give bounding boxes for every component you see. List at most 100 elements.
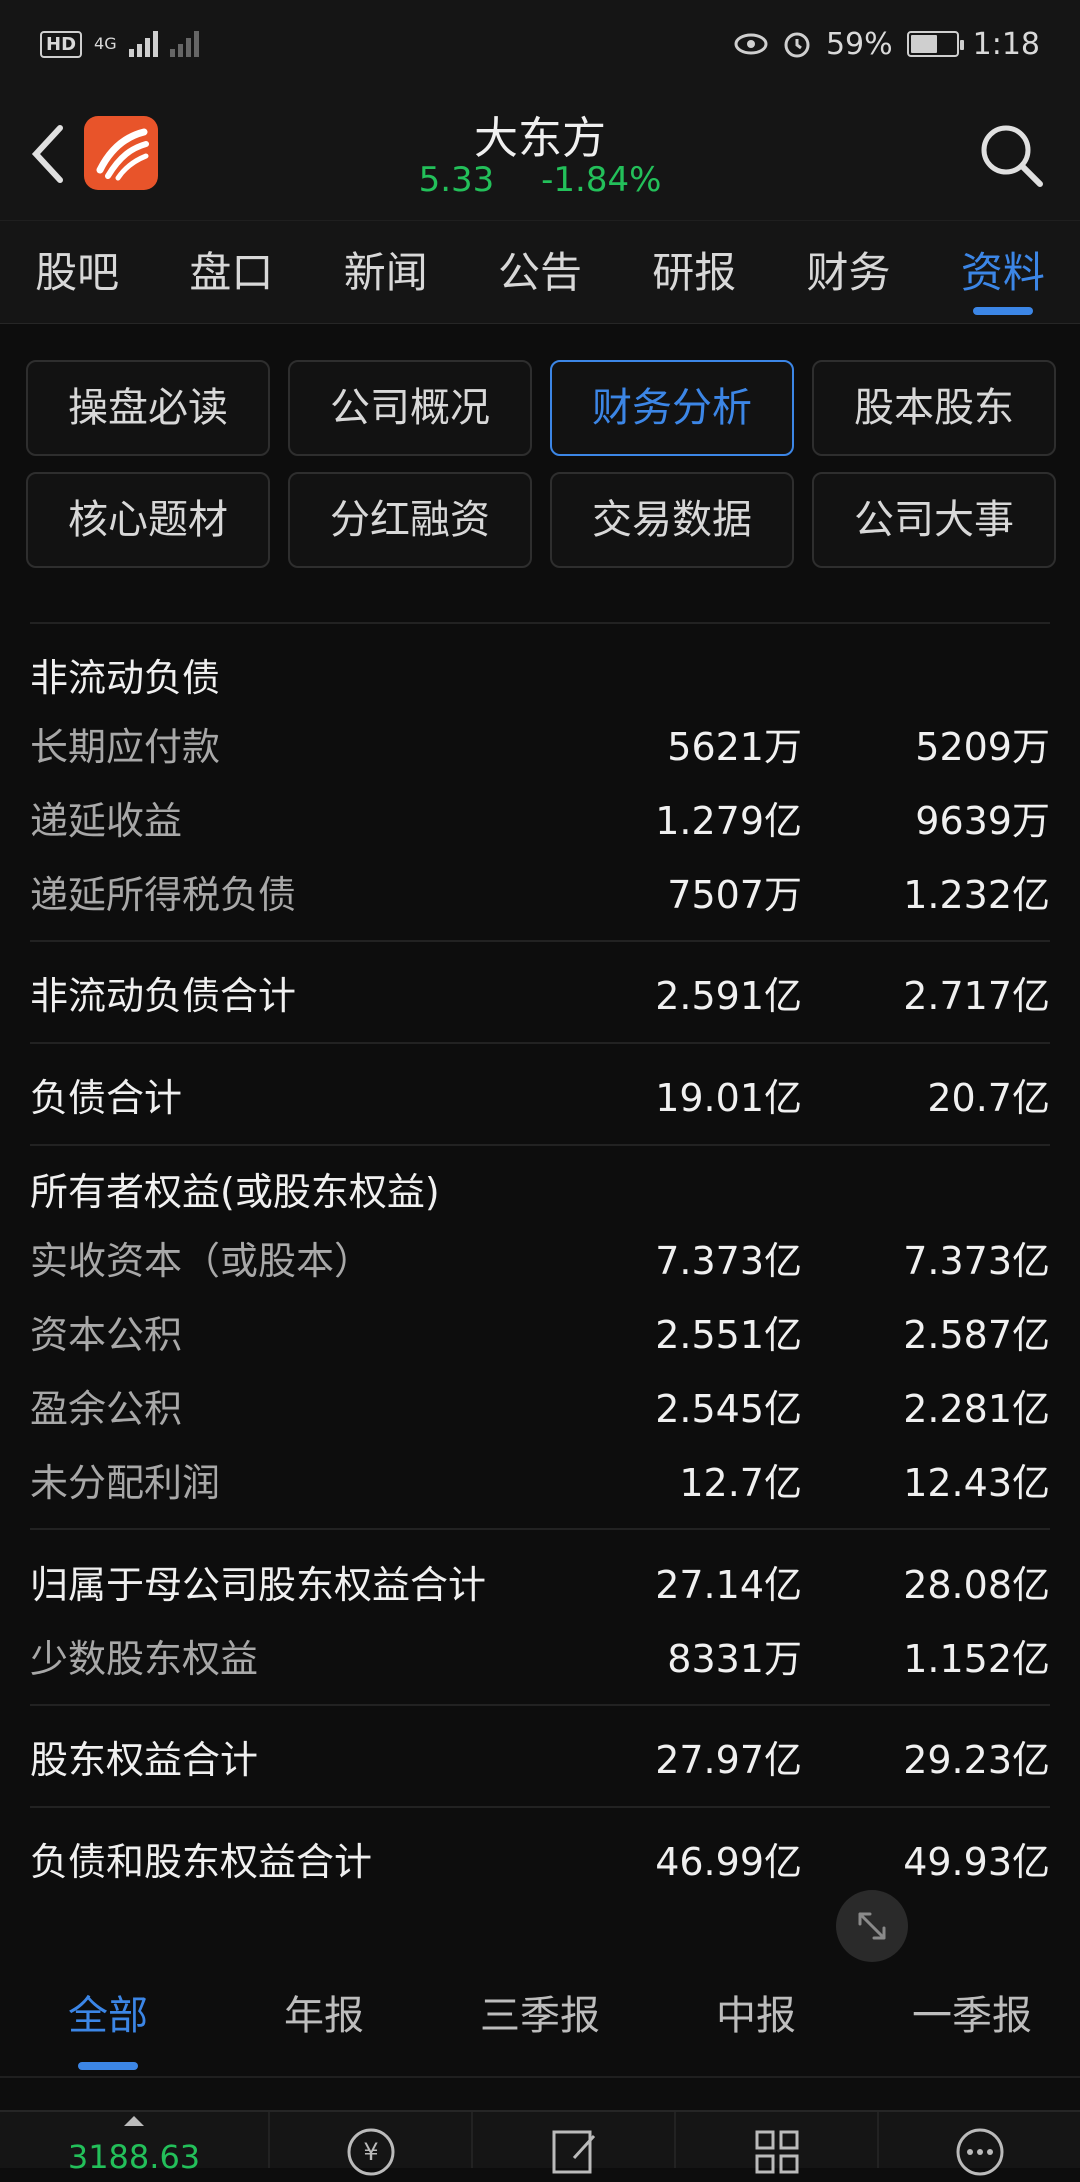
stock-quote: 5.33 -1.84% (0, 160, 1080, 200)
row-value-1: 7.373亿 (655, 1238, 802, 1283)
search-icon[interactable] (976, 120, 1046, 190)
tab-profile[interactable]: 资料 (926, 221, 1080, 323)
row-value-2: 2.281亿 (903, 1386, 1050, 1431)
row-value-2: 2.717亿 (903, 973, 1050, 1018)
table-row-total: 非流动负债合计 2.591亿 2.717亿 (30, 940, 1050, 1042)
tab-guba[interactable]: 股吧 (0, 221, 154, 323)
status-bar: HD 4G 59% 1:18 (0, 0, 1080, 88)
row-label: 未分配利润 (30, 1460, 221, 1505)
row-label: 归属于母公司股东权益合计 (30, 1562, 487, 1607)
table-row-total: 负债和股东权益合计 46.99亿 49.93亿 (30, 1806, 1050, 1908)
row-label: 盈余公积 (30, 1386, 183, 1431)
table-row: 实收资本（或股本） 7.373亿 7.373亿 (30, 1220, 1050, 1294)
row-value-1: 27.97亿 (655, 1737, 802, 1782)
row-value-1: 7507万 (667, 872, 802, 917)
tab-news[interactable]: 新闻 (309, 221, 463, 323)
row-label: 负债和股东权益合计 (30, 1839, 373, 1884)
table-row: 盈余公积 2.545亿 2.281亿 (30, 1368, 1050, 1442)
row-value-1: 19.01亿 (655, 1075, 802, 1120)
more-dots-icon (956, 2128, 1003, 2176)
period-tab-all[interactable]: 全部 (0, 1966, 216, 2076)
table-row: 少数股东权益 8331万 1.152亿 (30, 1618, 1050, 1692)
row-label: 递延所得税负债 (30, 872, 297, 917)
btn-shareholders[interactable]: 股本股东 (812, 360, 1056, 456)
table-row-total: 负债合计 19.01亿 20.7亿 (30, 1042, 1050, 1144)
signal-icon (128, 31, 158, 57)
btn-core-themes[interactable]: 核心题材 (26, 472, 270, 568)
hd-badge: HD (40, 30, 83, 58)
svg-text:¥: ¥ (363, 2138, 378, 2166)
btn-company-events[interactable]: 公司大事 (812, 472, 1056, 568)
period-tab-annual[interactable]: 年报 (216, 1966, 432, 2076)
profile-category-grid: 操盘必读 公司概况 财务分析 股本股东 核心题材 分红融资 交易数据 公司大事 (26, 360, 1056, 568)
section-header: 非流动负债 (30, 656, 221, 700)
signal-secondary-icon (169, 31, 199, 57)
btn-trading-guide[interactable]: 操盘必读 (26, 360, 270, 456)
equity-group: 所有者权益(或股东权益) 实收资本（或股本） 7.373亿 7.373亿 资本公… (30, 1144, 1050, 1528)
main-tabs: 股吧 盘口 新闻 公告 研报 财务 资料 (0, 220, 1080, 324)
nav-more[interactable] (879, 2112, 1080, 2176)
row-value-1: 12.7亿 (679, 1460, 802, 1505)
tab-pankou[interactable]: 盘口 (154, 221, 308, 323)
row-value-1: 2.551亿 (655, 1312, 802, 1357)
row-label: 股东权益合计 (30, 1737, 259, 1782)
btn-trading-data[interactable]: 交易数据 (550, 472, 794, 568)
tab-research[interactable]: 研报 (617, 221, 771, 323)
stock-name: 大东方 (474, 113, 606, 164)
battery-icon (906, 31, 964, 57)
battery-fill (910, 35, 937, 53)
row-value-1: 2.545亿 (655, 1386, 802, 1431)
btn-financial-analysis[interactable]: 财务分析 (550, 360, 794, 456)
table-row-total: 归属于母公司股东权益合计 27.14亿 28.08亿 (30, 1544, 1050, 1618)
btn-dividends-financing[interactable]: 分红融资 (288, 472, 532, 568)
stock-price: 5.33 (418, 160, 495, 200)
row-value-2: 5209万 (915, 724, 1050, 769)
row-value-1: 46.99亿 (655, 1839, 802, 1884)
row-label: 负债合计 (30, 1075, 183, 1120)
row-value-1: 1.279亿 (655, 798, 802, 843)
period-tab-interim[interactable]: 中报 (648, 1966, 864, 2076)
row-label: 资本公积 (30, 1312, 183, 1357)
row-value-1: 27.14亿 (655, 1562, 802, 1607)
balance-sheet-table: 非流动负债 长期应付款 5621万 5209万 递延收益 1.279亿 9639… (30, 622, 1050, 1908)
row-value-2: 29.23亿 (903, 1737, 1050, 1782)
expand-button[interactable] (836, 1890, 908, 1962)
row-value-2: 49.93亿 (903, 1839, 1050, 1884)
tab-announcements[interactable]: 公告 (463, 221, 617, 323)
alarm-icon (784, 32, 810, 58)
row-value-2: 1.232亿 (903, 872, 1050, 917)
app-header: 大东方 5.33 -1.84% (0, 88, 1080, 220)
row-label: 实收资本（或股本） (30, 1238, 373, 1283)
eye-icon (734, 33, 768, 55)
caret-up-icon (124, 2116, 144, 2126)
section-header: 所有者权益(或股东权益) (30, 1170, 440, 1214)
nav-apps[interactable] (676, 2112, 879, 2174)
row-value-2: 1.152亿 (903, 1636, 1050, 1681)
row-value-2: 9639万 (915, 798, 1050, 843)
tab-finance[interactable]: 财务 (771, 221, 925, 323)
grid-apps-icon (755, 2130, 798, 2174)
index-ticker[interactable]: 3188.63 (0, 2112, 270, 2176)
table-row: 递延收益 1.279亿 9639万 (30, 780, 1050, 854)
stock-change: -1.84% (541, 160, 662, 200)
row-value-2: 2.587亿 (903, 1312, 1050, 1357)
period-tab-q1[interactable]: 一季报 (864, 1966, 1080, 2076)
nav-exchange[interactable]: ¥ (270, 2112, 473, 2176)
table-row: 递延所得税负债 7507万 1.232亿 (30, 854, 1050, 928)
expand-arrows-icon (858, 1912, 886, 1940)
table-row: 资本公积 2.551亿 2.587亿 (30, 1294, 1050, 1368)
nav-notes[interactable] (473, 2112, 676, 2174)
row-value-2: 28.08亿 (903, 1562, 1050, 1607)
table-row: 未分配利润 12.7亿 12.43亿 (30, 1442, 1050, 1516)
report-period-tabs: 全部 年报 三季报 中报 一季报 (0, 1966, 1080, 2078)
clock: 1:18 (972, 26, 1040, 62)
period-tab-q3[interactable]: 三季报 (432, 1966, 648, 2076)
table-row-total: 股东权益合计 27.97亿 29.23亿 (30, 1704, 1050, 1806)
row-label: 递延收益 (30, 798, 183, 843)
row-label: 少数股东权益 (30, 1636, 259, 1681)
row-value-1: 8331万 (667, 1636, 802, 1681)
row-value-2: 20.7亿 (927, 1075, 1050, 1120)
row-value-2: 7.373亿 (903, 1238, 1050, 1283)
row-label: 长期应付款 (30, 724, 221, 769)
btn-company-overview[interactable]: 公司概况 (288, 360, 532, 456)
